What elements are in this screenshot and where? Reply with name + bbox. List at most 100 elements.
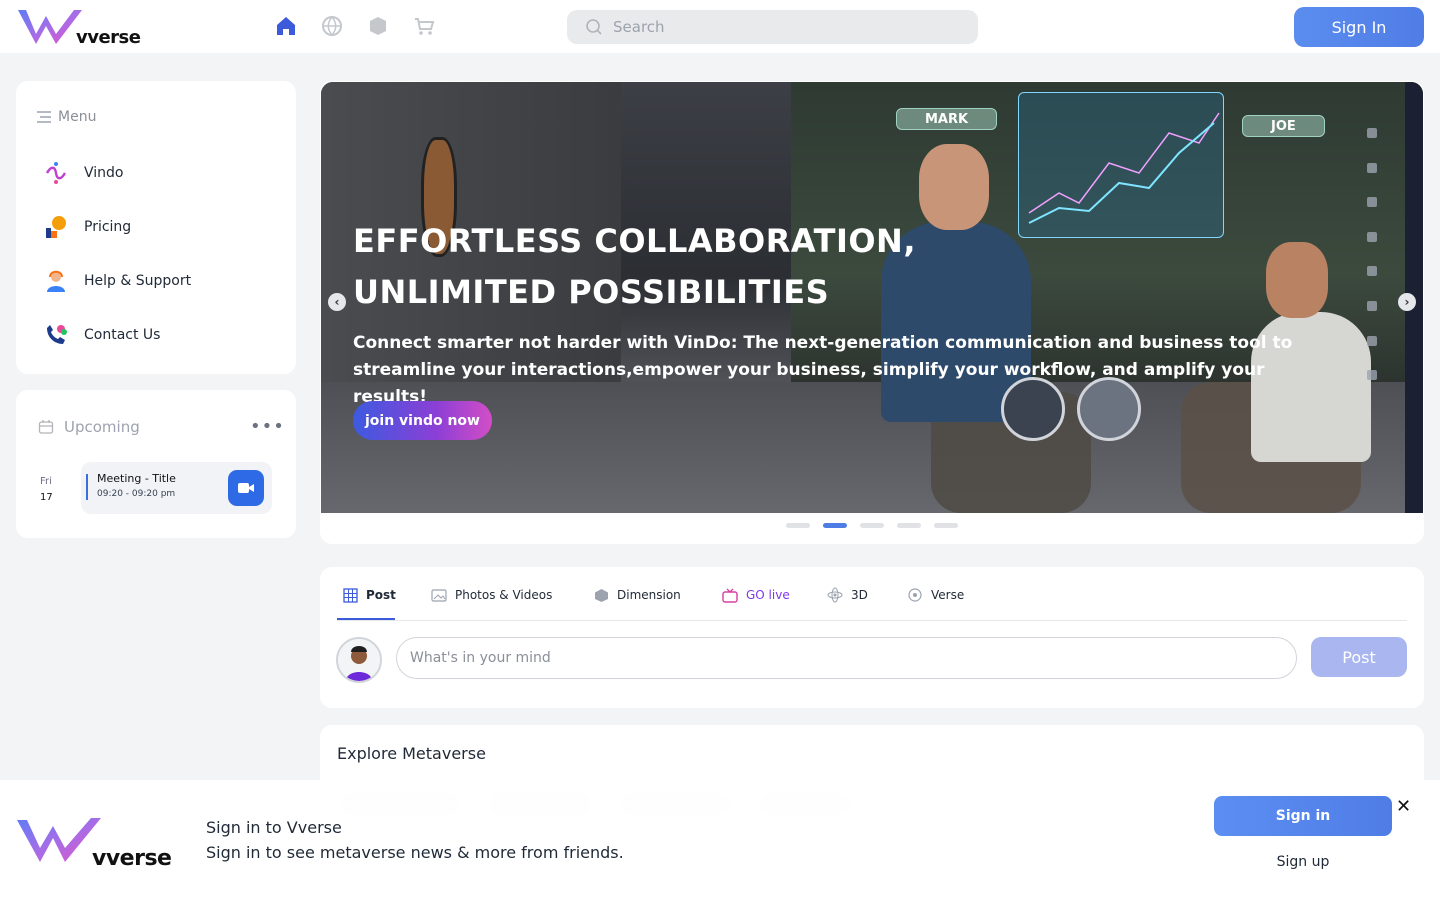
folder-icon[interactable] bbox=[1367, 335, 1377, 346]
video-call-button[interactable] bbox=[228, 470, 264, 506]
support-icon bbox=[42, 267, 70, 295]
chat-icon[interactable] bbox=[1367, 162, 1377, 173]
carousel-dot[interactable] bbox=[860, 523, 884, 528]
menu-title: Menu bbox=[58, 109, 97, 125]
close-icon[interactable]: ✕ bbox=[1396, 796, 1411, 817]
post-composer-card: Post Photos & Videos Dimension GO live 3… bbox=[320, 567, 1424, 708]
pricing-icon bbox=[42, 213, 70, 241]
tab-label: Verse bbox=[931, 588, 965, 602]
menu-item-contact-us[interactable]: Contact Us bbox=[42, 321, 160, 349]
top-header: vverse Search Sign In bbox=[0, 0, 1440, 53]
meeting-time: 09:20 - 09:20 pm bbox=[97, 489, 176, 499]
meeting-date: Fri 17 bbox=[40, 474, 53, 506]
meeting-title: Meeting - Title bbox=[97, 472, 176, 485]
join-vindo-button[interactable]: join vindo now bbox=[353, 401, 492, 440]
hologram-chart bbox=[1018, 92, 1224, 238]
tag-joe: JOE bbox=[1242, 115, 1325, 137]
search-icon bbox=[586, 19, 602, 35]
menu-item-label: Pricing bbox=[84, 219, 132, 235]
day-number: 17 bbox=[40, 492, 53, 503]
globe-icon[interactable] bbox=[320, 14, 344, 38]
cube-icon[interactable] bbox=[366, 14, 390, 38]
banner-sign-up-link[interactable]: Sign up bbox=[1214, 854, 1392, 870]
tab-3d[interactable]: 3D bbox=[827, 587, 868, 603]
headset-icon[interactable] bbox=[1367, 370, 1377, 381]
menu-item-help-support[interactable]: Help & Support bbox=[42, 267, 191, 295]
menu-item-label: Help & Support bbox=[84, 273, 192, 289]
tv-icon bbox=[722, 587, 738, 603]
calendar-icon bbox=[38, 420, 54, 434]
grid-icon bbox=[342, 587, 358, 603]
banner-title: Sign in to Vverse bbox=[206, 818, 342, 837]
explore-title: Explore Metaverse bbox=[337, 744, 486, 763]
cart-icon[interactable] bbox=[412, 14, 436, 38]
tag-mark: MARK bbox=[896, 108, 998, 130]
logo-text: vverse bbox=[92, 846, 172, 871]
meeting-item[interactable]: Meeting - Title 09:20 - 09:20 pm bbox=[81, 462, 272, 514]
tab-verse[interactable]: Verse bbox=[907, 587, 964, 603]
banner-subtitle: Sign in to see metaverse news & more fro… bbox=[206, 843, 624, 862]
tab-label: GO live bbox=[746, 588, 790, 602]
hero-title-line1: EFFORTLESS COLLABORATION, bbox=[353, 222, 916, 260]
tab-label: Post bbox=[366, 588, 396, 602]
post-button[interactable]: Post bbox=[1311, 637, 1407, 677]
contact-icon bbox=[42, 321, 70, 349]
carousel-prev-icon[interactable]: ‹ bbox=[328, 293, 346, 311]
upcoming-title: Upcoming bbox=[64, 418, 140, 436]
menu-item-label: Vindo bbox=[84, 165, 124, 181]
menu-icon bbox=[37, 111, 51, 123]
hero-side-icons bbox=[1365, 128, 1379, 405]
active-tab-indicator bbox=[337, 618, 395, 620]
printer-icon[interactable] bbox=[1367, 266, 1377, 277]
home-icon[interactable] bbox=[274, 14, 298, 38]
video-camera-icon bbox=[238, 483, 254, 493]
carousel-dot[interactable] bbox=[823, 523, 847, 528]
carousel-dot[interactable] bbox=[897, 523, 921, 528]
upcoming-card: Upcoming ••• Fri 17 Meeting - Title 09:2… bbox=[16, 390, 296, 538]
tab-post[interactable]: Post bbox=[342, 587, 396, 603]
screen-icon[interactable] bbox=[1367, 231, 1377, 242]
user-avatar[interactable] bbox=[336, 637, 382, 683]
search-placeholder: Search bbox=[613, 18, 665, 36]
search-input[interactable]: Search bbox=[567, 10, 978, 44]
tab-dimension[interactable]: Dimension bbox=[593, 587, 681, 603]
hero-head-mark bbox=[919, 144, 989, 230]
tab-label: Dimension bbox=[617, 588, 681, 602]
menu-card: Menu Vindo Pricing Help & Support Contac… bbox=[16, 81, 296, 374]
cube-icon[interactable] bbox=[1367, 197, 1377, 208]
tab-label: 3D bbox=[851, 588, 868, 602]
tab-photos-videos[interactable]: Photos & Videos bbox=[431, 587, 552, 603]
menu-item-label: Contact Us bbox=[84, 327, 161, 343]
box-icon bbox=[593, 587, 609, 603]
verse-icon bbox=[907, 587, 923, 603]
people-icon[interactable] bbox=[1367, 128, 1377, 138]
menu-item-pricing[interactable]: Pricing bbox=[42, 213, 131, 241]
carousel-dot[interactable] bbox=[934, 523, 958, 528]
more-options-icon[interactable]: ••• bbox=[250, 416, 285, 437]
tab-go-live[interactable]: GO live bbox=[722, 587, 790, 603]
post-tabs: Post Photos & Videos Dimension GO live 3… bbox=[337, 567, 1407, 621]
photo-icon bbox=[431, 587, 447, 603]
participant-avatar bbox=[1001, 377, 1065, 441]
sign-in-button[interactable]: Sign In bbox=[1294, 7, 1424, 47]
post-input[interactable]: What's in your mind bbox=[396, 637, 1297, 679]
tab-label: Photos & Videos bbox=[455, 588, 553, 602]
upcoming-header: Upcoming bbox=[38, 418, 140, 436]
carousel-next-icon[interactable]: › bbox=[1398, 293, 1416, 311]
hero-title-line2: UNLIMITED POSSIBILITIES bbox=[353, 273, 830, 311]
hero-subtitle: Connect smarter not harder with VinDo: T… bbox=[353, 333, 1293, 407]
carousel-dot[interactable] bbox=[786, 523, 810, 528]
shield-icon[interactable] bbox=[1367, 300, 1377, 311]
meeting-accent-bar bbox=[86, 474, 88, 500]
logo-text: vverse bbox=[76, 27, 141, 48]
menu-item-vindo[interactable]: Vindo bbox=[42, 159, 123, 187]
hero-head-joe bbox=[1266, 242, 1328, 318]
banner-sign-in-button[interactable]: Sign in bbox=[1214, 796, 1392, 836]
hero-banner: MARK JOE EFFORTLESS COLLABORATION, UNLIM… bbox=[321, 82, 1423, 513]
atom-icon bbox=[827, 587, 843, 603]
vindo-icon bbox=[42, 159, 70, 187]
hero-title: EFFORTLESS COLLABORATION, UNLIMITED POSS… bbox=[353, 216, 916, 318]
sign-in-banner: vverse Sign in to Vverse Sign in to see … bbox=[0, 780, 1440, 900]
menu-header: Menu bbox=[36, 109, 96, 125]
day-name: Fri bbox=[40, 476, 52, 487]
